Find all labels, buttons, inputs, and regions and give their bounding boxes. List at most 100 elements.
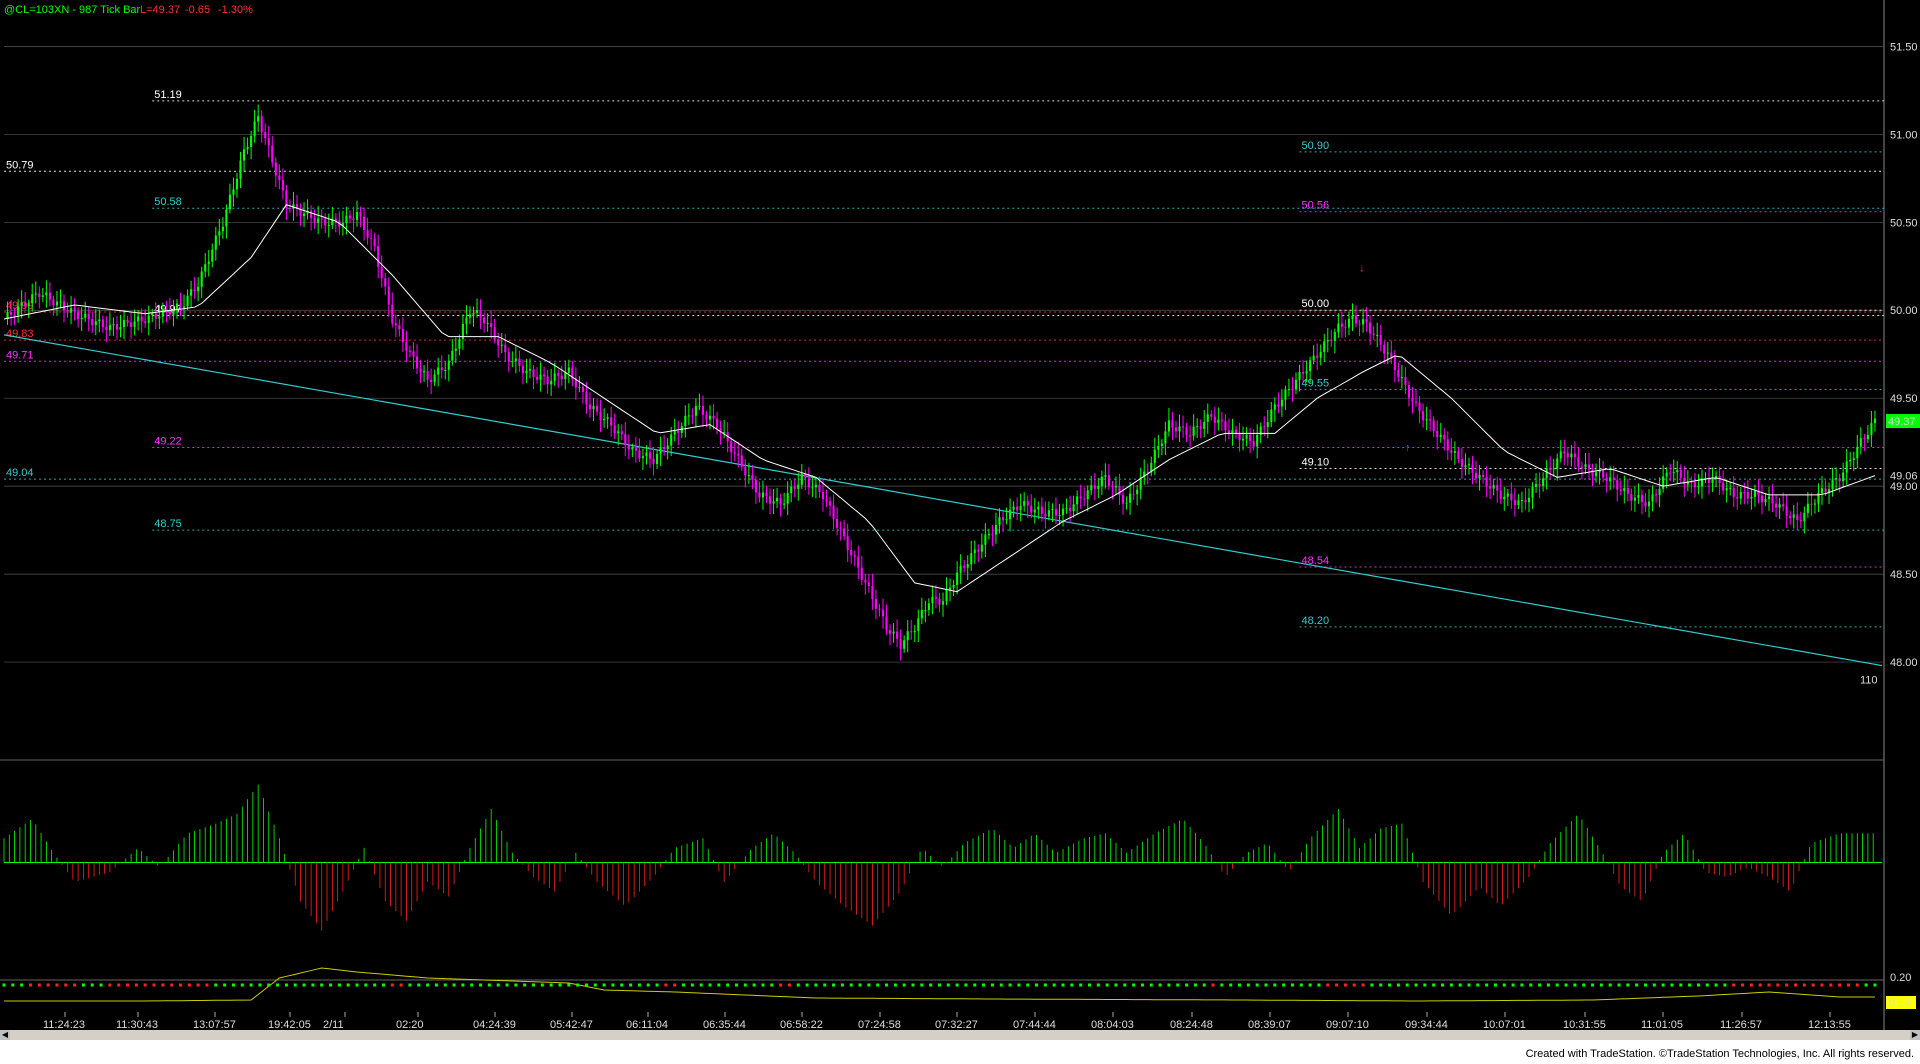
- candle-body: [963, 565, 966, 568]
- candle-body: [1100, 476, 1103, 487]
- candle-body: [535, 376, 539, 380]
- candle-body: [112, 324, 115, 326]
- green-dot: [540, 983, 544, 987]
- candle-body: [59, 301, 62, 303]
- candle-body: [1337, 323, 1340, 333]
- green-dot: [1035, 983, 1039, 987]
- candle-body: [1489, 486, 1492, 489]
- candle-body: [874, 599, 877, 609]
- candle-body: [197, 286, 200, 292]
- candle-body: [260, 116, 263, 133]
- candle-body: [73, 308, 76, 312]
- candle-body: [1326, 339, 1329, 342]
- right-price-label: 49.06: [1890, 471, 1918, 483]
- green-dot: [1149, 983, 1153, 987]
- time-tick-label: 08:39:07: [1248, 1019, 1291, 1030]
- green-dot: [408, 983, 412, 987]
- scroll-right-icon[interactable]: ▶: [1910, 1030, 1920, 1040]
- candle-body: [1181, 426, 1185, 428]
- candle-body: [186, 295, 189, 307]
- green-dot: [1405, 983, 1409, 987]
- green-dot: [761, 983, 765, 987]
- horizontal-scrollbar[interactable]: ◀ ▶: [0, 1030, 1920, 1040]
- candle-body: [66, 310, 69, 313]
- candle-body: [1513, 500, 1516, 505]
- candle-body: [740, 455, 743, 467]
- candle-body: [1019, 505, 1022, 511]
- green-dot: [1608, 983, 1612, 987]
- candle-body: [1534, 484, 1538, 487]
- candle-body: [864, 579, 867, 583]
- green-dot: [1290, 983, 1294, 987]
- candle-body: [1820, 488, 1824, 494]
- green-dot: [840, 983, 844, 987]
- candle-body: [1432, 420, 1435, 432]
- green-dot: [214, 983, 218, 987]
- green-dot: [629, 983, 633, 987]
- candle-body: [387, 286, 390, 305]
- candle-body: [1549, 468, 1552, 470]
- green-dot: [267, 983, 271, 987]
- red-dot: [161, 983, 165, 987]
- candle-body: [811, 487, 814, 489]
- chart-canvas[interactable]: 51.1950.7950.5849.99 49.9749.8349.7149.22…: [0, 0, 1920, 1030]
- candle-body: [1651, 494, 1654, 502]
- candle-body: [27, 303, 30, 307]
- red-dot: [117, 983, 121, 987]
- candle-body: [1764, 499, 1767, 503]
- candle-body: [599, 411, 602, 421]
- candle-body: [1132, 493, 1135, 495]
- green-dot: [81, 983, 85, 987]
- level-label: 50.90: [1302, 140, 1330, 152]
- candle-body: [1552, 468, 1555, 470]
- candle-body: [211, 249, 214, 262]
- green-dot: [937, 983, 941, 987]
- red-dot: [1829, 983, 1833, 987]
- candle-body: [1273, 404, 1276, 410]
- candle-body: [497, 339, 500, 346]
- green-dot: [602, 983, 606, 987]
- green-dot: [1458, 983, 1462, 987]
- candle-body: [1164, 431, 1167, 444]
- green-dot: [443, 983, 447, 987]
- candle-body: [1174, 427, 1178, 432]
- candle-body: [1711, 478, 1714, 483]
- candle-body: [994, 524, 998, 535]
- green-dot: [655, 983, 659, 987]
- candle-body: [648, 452, 652, 459]
- candle-body: [980, 544, 983, 552]
- scroll-left-icon[interactable]: ◀: [0, 1030, 10, 1040]
- red-dot: [1741, 983, 1745, 987]
- candle-body: [52, 299, 55, 306]
- candle-body: [1407, 384, 1411, 398]
- green-dot: [814, 983, 818, 987]
- green-dot: [752, 983, 756, 987]
- candle-body: [1782, 504, 1785, 507]
- green-dot: [1626, 983, 1630, 987]
- candle-body: [878, 608, 881, 610]
- candle-body: [511, 361, 514, 363]
- red-dot: [390, 983, 394, 987]
- price-tick-label: 49.50: [1890, 393, 1918, 405]
- green-dot: [1643, 983, 1647, 987]
- candle-body: [581, 386, 584, 393]
- candle-body: [1294, 379, 1298, 390]
- green-dot: [1043, 983, 1047, 987]
- candle-body: [1044, 513, 1047, 517]
- candle-body: [924, 610, 927, 612]
- candle-body: [1072, 504, 1075, 511]
- candle-body: [440, 367, 443, 371]
- candle-body: [786, 493, 789, 504]
- candle-body: [1767, 496, 1771, 500]
- red-dot: [1802, 983, 1806, 987]
- red-dot: [1794, 983, 1798, 987]
- red-dot: [64, 983, 68, 987]
- green-dot: [920, 983, 924, 987]
- candle-body: [1386, 352, 1389, 354]
- candle-body: [154, 313, 157, 319]
- candle-body: [257, 116, 260, 122]
- candle-body: [412, 351, 415, 357]
- candle-body: [1414, 401, 1418, 403]
- candle-body: [899, 638, 902, 649]
- candle-body: [1736, 496, 1739, 499]
